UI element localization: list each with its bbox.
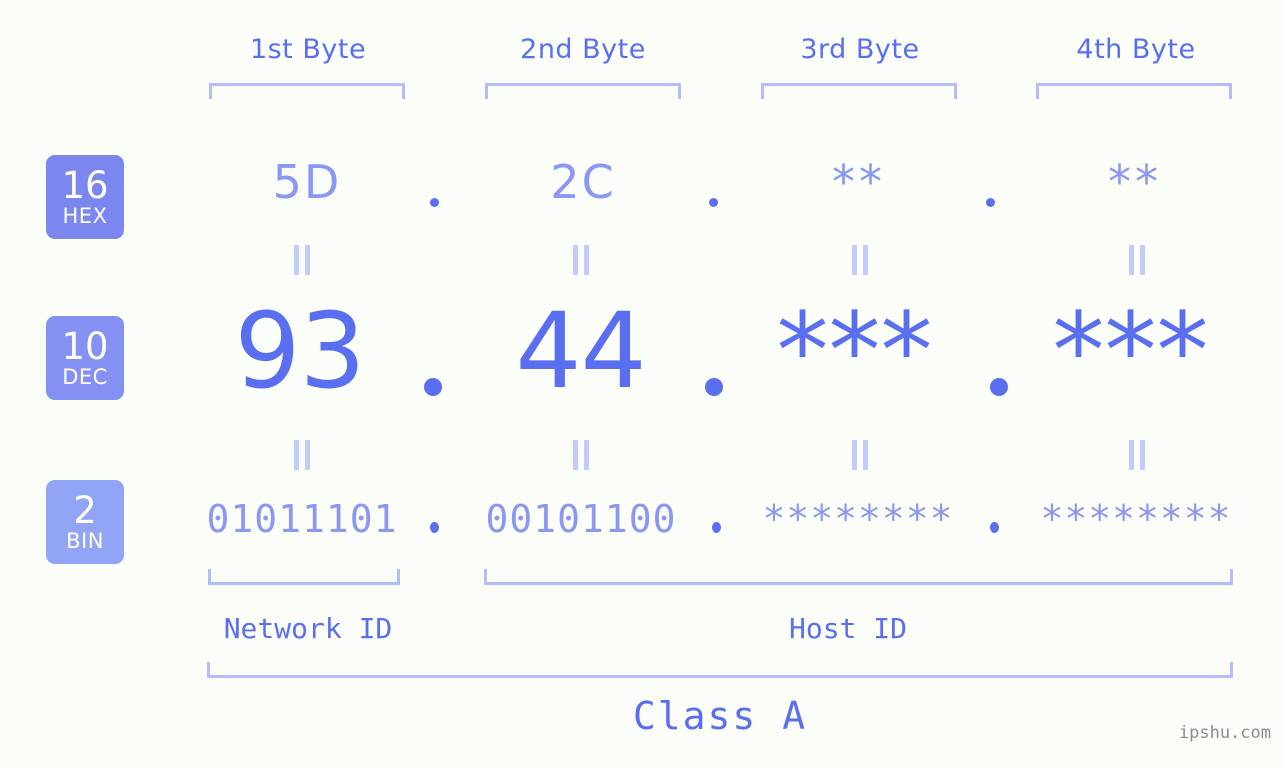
equality-mark-dec-bin-4 [1126, 440, 1148, 470]
byte-bracket-4 [1036, 83, 1232, 99]
bin-byte-1: 01011101 [206, 497, 398, 541]
dec-byte-2: 44 [515, 290, 646, 412]
radix-badge-hex-name: HEX [62, 204, 108, 228]
bin-byte-2: 00101100 [485, 497, 677, 541]
radix-badge-hex-number: 16 [61, 164, 109, 207]
radix-badge-dec-number: 10 [61, 325, 109, 368]
bin-separator-dot-1 [430, 522, 439, 533]
byte-label-3: 3rd Byte [800, 34, 920, 65]
network-id-bracket [208, 569, 400, 585]
radix-badge-dec-name: DEC [62, 365, 108, 389]
dec-separator-dot-2 [705, 378, 723, 396]
dec-separator-dot-1 [424, 378, 442, 396]
bin-separator-dot-3 [990, 522, 999, 533]
bin-byte-4: ******** [1040, 497, 1232, 541]
equality-mark-hex-dec-1 [291, 245, 313, 275]
dec-separator-dot-3 [990, 378, 1008, 396]
equality-mark-dec-bin-2 [570, 440, 592, 470]
host-id-label: Host ID [788, 612, 907, 645]
byte-bracket-1 [209, 83, 405, 99]
equality-mark-hex-dec-2 [570, 245, 592, 275]
site-watermark: ipshu.com [1178, 723, 1271, 743]
bin-byte-3: ******** [762, 497, 954, 541]
equality-mark-hex-dec-3 [849, 245, 871, 275]
dec-byte-4: *** [1052, 290, 1209, 412]
hex-byte-2: 2C [550, 155, 616, 209]
network-id-label: Network ID [223, 612, 393, 645]
hex-separator-dot-3 [986, 198, 995, 207]
host-id-bracket [484, 569, 1233, 585]
equality-mark-dec-bin-3 [849, 440, 871, 470]
byte-bracket-2 [485, 83, 681, 99]
hex-separator-dot-2 [709, 198, 718, 207]
class-label: Class A [632, 694, 808, 738]
radix-badge-bin: 2 BIN [46, 480, 124, 564]
equality-mark-dec-bin-1 [291, 440, 313, 470]
byte-bracket-3 [761, 83, 957, 99]
equality-mark-hex-dec-4 [1126, 245, 1148, 275]
byte-label-1: 1st Byte [249, 34, 367, 65]
bin-separator-dot-2 [712, 522, 721, 533]
radix-badge-bin-name: BIN [66, 529, 104, 553]
hex-separator-dot-1 [430, 198, 439, 207]
byte-label-2: 2nd Byte [520, 34, 646, 65]
radix-badge-dec: 10 DEC [46, 316, 124, 400]
ip-address-breakdown-diagram: 1st Byte 2nd Byte 3rd Byte 4th Byte 16 H… [0, 0, 1285, 767]
dec-byte-1: 93 [234, 290, 365, 412]
radix-badge-hex: 16 HEX [46, 155, 124, 239]
byte-label-4: 4th Byte [1076, 34, 1196, 65]
dec-byte-3: *** [776, 290, 933, 412]
hex-byte-3: ** [832, 155, 886, 209]
class-bracket [207, 662, 1233, 678]
hex-byte-4: ** [1108, 155, 1162, 209]
hex-byte-1: 5D [272, 155, 342, 209]
radix-badge-bin-number: 2 [73, 489, 97, 532]
